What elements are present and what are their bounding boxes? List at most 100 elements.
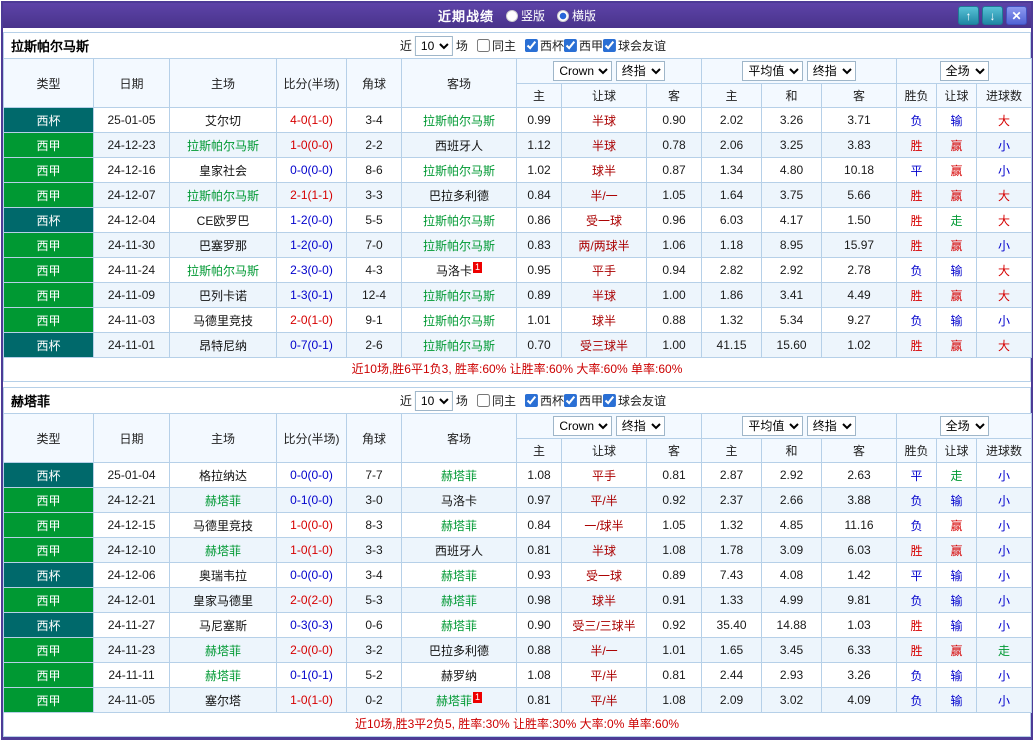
team-link[interactable]: 拉斯帕尔马斯	[423, 239, 495, 253]
crown-handicap: 球半	[561, 307, 647, 333]
team-link[interactable]: 西班牙人	[435, 139, 483, 153]
team-link[interactable]: 巴塞罗那	[199, 239, 247, 253]
team-link[interactable]: 拉斯帕尔马斯	[423, 114, 495, 128]
team-link[interactable]: 马洛卡	[436, 264, 472, 278]
filter-friendly-option[interactable]: 球会友谊	[602, 392, 666, 409]
team-link[interactable]: 赫罗纳	[441, 669, 477, 683]
team-link[interactable]: 格拉纳达	[199, 469, 247, 483]
team-link[interactable]: 昂特尼纳	[199, 339, 247, 353]
crown-handicap: 球半	[561, 157, 647, 183]
bookmaker-select[interactable]: Crown	[553, 416, 613, 436]
result-goals: 小	[976, 232, 1033, 258]
team-link[interactable]: 赫塔菲	[441, 469, 477, 483]
average-odds-group: 平均值 终指	[701, 413, 898, 439]
team-link[interactable]: 赫塔菲	[441, 569, 477, 583]
team-link[interactable]: 赫塔菲	[441, 594, 477, 608]
filter-friendly-option[interactable]: 球会友谊	[602, 37, 666, 54]
close-button[interactable]: ✕	[1006, 6, 1027, 25]
avg-away-odds: 15.97	[821, 232, 898, 258]
odds-stage-select[interactable]: 终指	[615, 416, 665, 436]
team-link[interactable]: 拉斯帕尔马斯	[187, 189, 259, 203]
horizontal-radio[interactable]	[557, 9, 569, 22]
team-link[interactable]: 马尼塞斯	[199, 619, 247, 633]
away-team-cell: 拉斯帕尔马斯	[401, 207, 517, 233]
team-link[interactable]: 拉斯帕尔马斯	[423, 164, 495, 178]
team-link[interactable]: 赫塔菲	[205, 644, 241, 658]
fulltime-select[interactable]: 全场	[939, 61, 989, 81]
team-link[interactable]: 赫塔菲	[205, 669, 241, 683]
team-link[interactable]: 拉斯帕尔马斯	[423, 314, 495, 328]
team-link[interactable]: 赫塔菲	[436, 694, 472, 708]
filter-liga-checkbox[interactable]	[563, 39, 577, 52]
team-link[interactable]: 赫塔菲	[441, 519, 477, 533]
away-team-cell: 拉斯帕尔马斯	[401, 282, 517, 308]
team-link[interactable]: 马洛卡	[441, 494, 477, 508]
filter-cup-checkbox[interactable]	[524, 39, 538, 52]
layout-vertical-option[interactable]: 竖版	[505, 7, 545, 24]
result-handicap: 赢	[936, 157, 978, 183]
crown-away-odds: 1.05	[645, 512, 703, 538]
team-link[interactable]: 赫塔菲	[205, 494, 241, 508]
col-handicap: 让球	[561, 83, 647, 108]
fulltime-select[interactable]: 全场	[939, 416, 989, 436]
filter-liga-option[interactable]: 西甲	[563, 392, 603, 409]
team-link[interactable]: 奥瑞韦拉	[199, 569, 247, 583]
average-select[interactable]: 平均值	[742, 416, 804, 436]
team-link[interactable]: 巴拉多利德	[429, 189, 489, 203]
average-stage-select[interactable]: 终指	[806, 61, 856, 81]
same-home-checkbox[interactable]	[476, 39, 490, 52]
team-link[interactable]: 拉斯帕尔马斯	[187, 264, 259, 278]
team-link[interactable]: 皇家马德里	[193, 594, 253, 608]
vertical-radio[interactable]	[505, 9, 518, 22]
match-count-select[interactable]: 10	[414, 35, 453, 56]
filter-cup-option[interactable]: 西杯	[524, 37, 564, 54]
matches-label: 场	[455, 394, 468, 408]
odds-stage-select[interactable]: 终指	[615, 61, 665, 81]
team-link[interactable]: 拉斯帕尔马斯	[187, 139, 259, 153]
filter-cup-option[interactable]: 西杯	[524, 392, 564, 409]
result-goals: 大	[976, 182, 1033, 208]
team-link[interactable]: 西班牙人	[435, 544, 483, 558]
filter-liga-checkbox[interactable]	[563, 394, 577, 407]
team-link[interactable]: 拉斯帕尔马斯	[423, 289, 495, 303]
corners-cell: 0-6	[346, 612, 402, 638]
team-link[interactable]: 赫塔菲	[205, 544, 241, 558]
match-date: 24-12-15	[93, 512, 170, 538]
filter-liga-label: 西甲	[578, 39, 603, 53]
team-link[interactable]: 拉斯帕尔马斯	[423, 214, 495, 228]
team-link[interactable]: 巴拉多利德	[429, 644, 489, 658]
team-link[interactable]: 拉斯帕尔马斯	[423, 339, 495, 353]
team-link[interactable]: 塞尔塔	[205, 694, 241, 708]
move-down-button[interactable]: ↓	[982, 6, 1003, 25]
away-team-cell: 赫塔菲	[401, 562, 517, 588]
away-team-cell: 拉斯帕尔马斯	[401, 107, 517, 133]
average-select[interactable]: 平均值	[742, 61, 804, 81]
team-link[interactable]: 艾尔切	[205, 114, 241, 128]
match-count-select[interactable]: 10	[414, 390, 453, 411]
same-home-option[interactable]: 同主	[476, 37, 516, 54]
filter-friendly-checkbox[interactable]	[602, 394, 616, 407]
crown-away-odds: 1.01	[645, 637, 703, 663]
same-home-checkbox[interactable]	[476, 394, 490, 407]
league-type-badge: 西甲	[3, 487, 94, 513]
team-link[interactable]: 赫塔菲	[441, 619, 477, 633]
league-type-badge: 西甲	[3, 662, 94, 688]
team-link[interactable]: 马德里竞技	[193, 519, 253, 533]
average-stage-select[interactable]: 终指	[806, 416, 856, 436]
move-up-button[interactable]: ↑	[958, 6, 979, 25]
score-cell: 2-1(1-1)	[276, 182, 347, 208]
corners-cell: 8-3	[346, 512, 402, 538]
same-home-label: 同主	[491, 39, 516, 53]
bookmaker-select[interactable]: Crown	[553, 61, 613, 81]
filter-liga-option[interactable]: 西甲	[563, 37, 603, 54]
result-handicap: 输	[936, 257, 978, 283]
crown-home-odds: 0.95	[516, 257, 562, 283]
team-link[interactable]: 巴列卡诺	[199, 289, 247, 303]
filter-cup-checkbox[interactable]	[524, 394, 538, 407]
same-home-option[interactable]: 同主	[476, 392, 516, 409]
team-link[interactable]: 马德里竞技	[193, 314, 253, 328]
team-link[interactable]: CE欧罗巴	[197, 214, 250, 228]
layout-horizontal-option[interactable]: 横版	[557, 7, 596, 24]
team-link[interactable]: 皇家社会	[199, 164, 247, 178]
filter-friendly-checkbox[interactable]	[602, 39, 616, 52]
